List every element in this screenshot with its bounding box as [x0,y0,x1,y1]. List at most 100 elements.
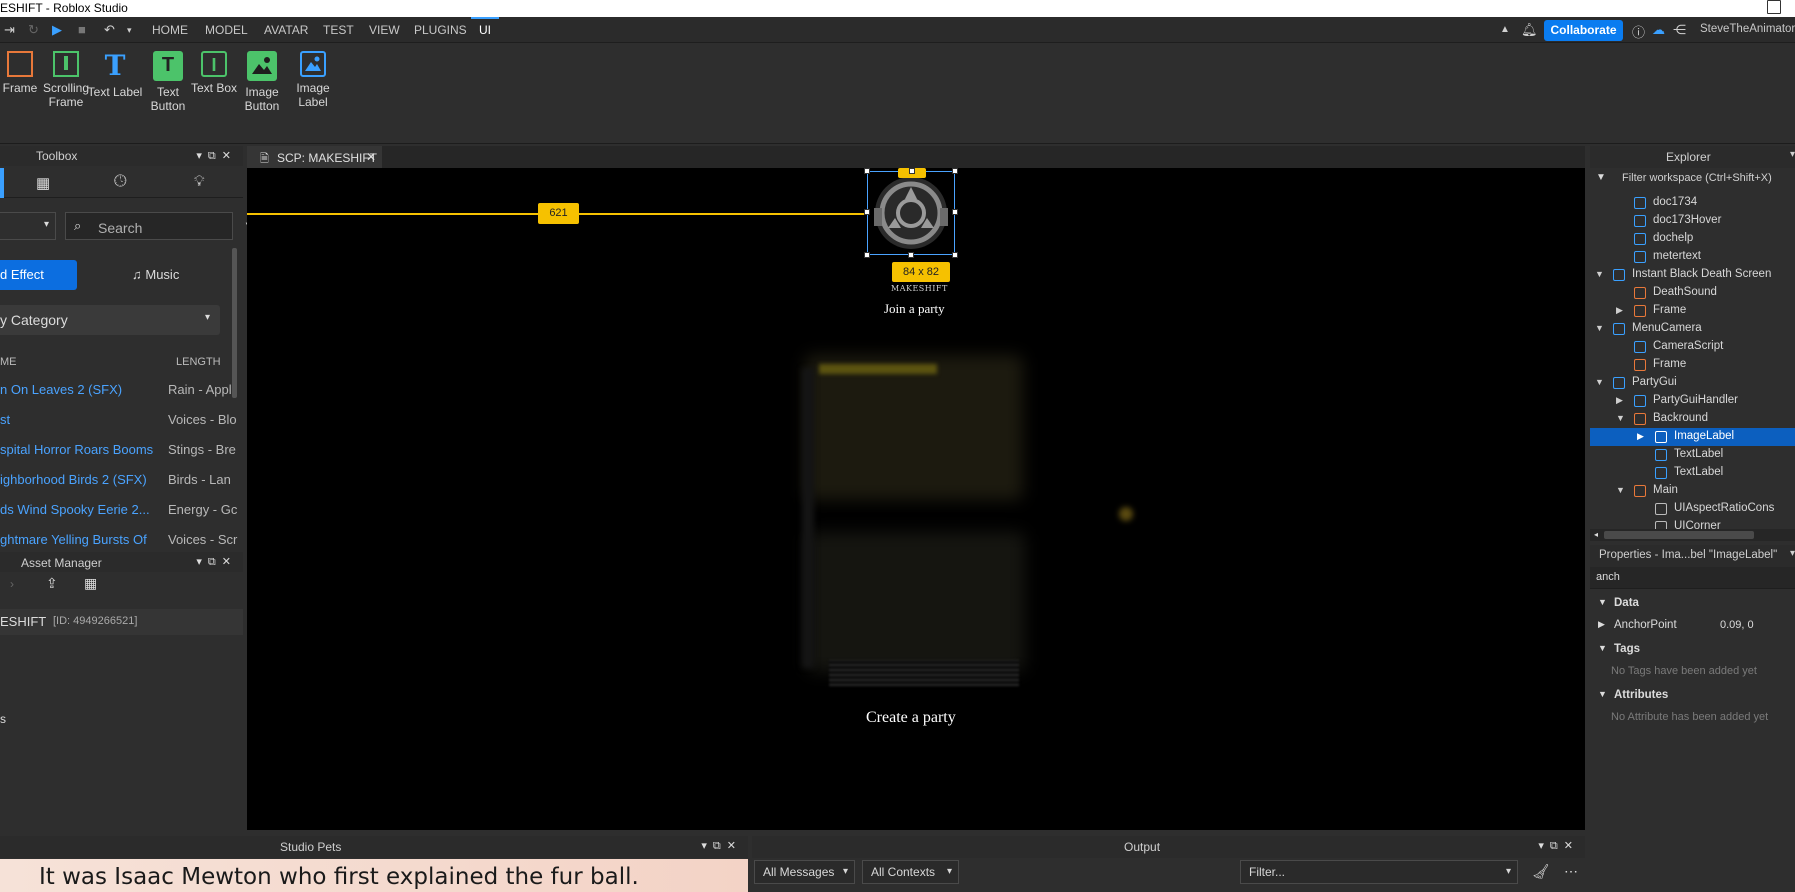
chevron-down-icon[interactable]: ▼ [1595,377,1604,387]
sound-list-row[interactable]: ighborhood Birds 2 (SFX) Birds - Lan [0,464,236,494]
section-attributes[interactable]: ▼ Attributes [1590,687,1795,705]
chevron-down-icon[interactable]: ▼ [1616,485,1625,495]
explorer-horizontal-scrollbar[interactable]: ◂ [1590,529,1795,541]
sound-name[interactable]: st [0,412,10,427]
chevron-down-icon[interactable]: ▼ [1595,269,1604,279]
explorer-item[interactable]: ▼ PartyGui [1590,374,1795,392]
sound-name[interactable]: n On Leaves 2 (SFX) [0,382,122,397]
selected-image-label[interactable] [864,168,958,258]
explorer-item[interactable]: ▼ Backround [1590,410,1795,428]
source-dropdown[interactable]: ▾ [0,212,56,240]
properties-filter-input[interactable]: anch [1590,567,1795,589]
explorer-item[interactable]: UIAspectRatioCons [1590,500,1795,518]
resize-handle[interactable] [952,168,958,174]
explorer-item[interactable]: ▼ Main [1590,482,1795,500]
file-menu-icon[interactable]: ⇥ [4,22,15,38]
tab-home[interactable]: HOME [152,23,188,37]
chevron-down-icon[interactable]: ▼ [1616,413,1625,423]
sound-list-row[interactable]: st Voices - Blo [0,404,237,434]
resize-handle[interactable] [864,209,870,215]
share-icon[interactable]: ⋲ [1673,22,1686,38]
restore-window-icon[interactable] [1767,0,1781,14]
sound-name[interactable]: ighborhood Birds 2 (SFX) [0,472,147,487]
resize-handle[interactable] [864,168,870,174]
recent-clock-icon[interactable]: 🕓︎ [114,173,127,191]
chevron-down-icon[interactable]: ▾ [1790,548,1795,559]
explorer-item[interactable]: dochelp [1590,230,1795,248]
game-viewport[interactable]: 621 84 x 82 MAKESHIFT Join a party Creat… [247,168,1585,830]
column-header-name[interactable]: ME [0,356,17,368]
explorer-item[interactable]: Frame [1590,356,1795,374]
output-window-controls[interactable]: ▾⧉✕ [1538,839,1579,853]
explorer-item[interactable]: TextLabel [1590,464,1795,482]
create-party-label[interactable]: Create a party [866,709,956,727]
username[interactable]: SteveTheAnimator [1700,23,1795,35]
explorer-item[interactable]: doc173Hover [1590,212,1795,230]
output-filter-input[interactable]: Filter... ▾ [1240,860,1518,884]
explorer-item[interactable]: ▶ ImageLabel [1590,428,1795,446]
grid-view-icon[interactable]: ▦ [84,575,97,592]
scrollbar-thumb[interactable] [1604,531,1754,539]
property-value[interactable]: 0.09, 0 [1720,619,1754,631]
tab-ui[interactable]: UI [479,23,491,37]
section-tags[interactable]: ▼ Tags [1590,641,1795,659]
sound-list-row[interactable]: ghtmare Yelling Bursts Of Voices - Scr [0,524,237,554]
sound-list-row[interactable]: n On Leaves 2 (SFX) Rain - Appl [0,374,236,404]
chevron-down-icon[interactable]: ▼ [1595,323,1604,333]
tab-avatar[interactable]: AVATAR [264,23,308,37]
close-icon[interactable]: ✕ [366,150,376,164]
scroll-left-icon[interactable]: ◂ [1594,530,1598,539]
join-party-label[interactable]: Join a party [884,301,945,317]
chevron-down-icon[interactable]: ▾ [1790,149,1795,160]
cloud-icon[interactable]: ☁ [1652,22,1665,38]
toolbox-window-controls[interactable]: ▾⧉✕ [196,149,237,163]
explorer-item[interactable]: TextLabel [1590,446,1795,464]
chevron-right-icon[interactable]: ▶ [1598,619,1605,630]
explorer-item[interactable]: ▼ Instant Black Death Screen [1590,266,1795,284]
undo-icon[interactable]: ↶ [104,22,115,38]
notifications-icon[interactable]: 🔔︎ [1521,22,1538,38]
play-icon[interactable]: ▶ [52,22,62,38]
sound-name[interactable]: spital Horror Roars Booms [0,442,153,457]
all-messages-dropdown[interactable]: All Messages ▾ [754,860,855,884]
explorer-item[interactable]: metertext [1590,248,1795,266]
toolbox-search-input[interactable]: ⌕ Search ▼ [65,212,256,240]
tab-test[interactable]: TEST [323,23,354,37]
explorer-item[interactable]: ▶ PartyGuiHandler [1590,392,1795,410]
sound-name[interactable]: ds Wind Spooky Eerie 2... [0,502,150,517]
resize-handle[interactable] [952,252,958,258]
chevron-right-icon[interactable]: ▶ [1616,395,1623,406]
tab-view[interactable]: VIEW [369,23,400,37]
resize-handle[interactable] [952,209,958,215]
explorer-item[interactable]: DeathSound [1590,284,1795,302]
clear-output-broom-icon[interactable]: 🧹︎ [1532,863,1550,880]
sound-name[interactable]: ghtmare Yelling Bursts Of [0,532,147,547]
tab-music[interactable]: ♫ Music [132,267,179,282]
explorer-filter-input[interactable]: ▼ Filter workspace (Ctrl+Shift+X) [1590,169,1795,187]
explorer-item[interactable]: CameraScript [1590,338,1795,356]
text-label-tool-button[interactable]: T Text Label [87,51,143,100]
toolbox-scrollbar[interactable] [232,248,237,398]
asset-manager-window-controls[interactable]: ▾⧉✕ [196,555,237,569]
sound-list-row[interactable]: spital Horror Roars Booms Stings - Bre [0,434,236,464]
tab-plugins[interactable]: PLUGINS [414,23,467,37]
studio-pets-window-controls[interactable]: ▾⧉✕ [701,839,742,853]
scrolling-frame-tool-button[interactable]: Scrolling Frame [38,51,94,109]
document-tab[interactable]: 🗎︎ SCP: MAKESHIFT ✕ [247,146,382,168]
more-options-icon[interactable]: ⋯ [1564,863,1578,880]
explorer-item[interactable]: ▶ Frame [1590,302,1795,320]
stop-icon[interactable]: ■ [78,22,86,37]
chevron-right-icon[interactable]: ▶ [1637,431,1644,442]
place-row[interactable]: ESHIFT [ID: 4949266521] [0,609,243,635]
resize-handle[interactable] [908,252,914,258]
all-contexts-dropdown[interactable]: All Contexts ▾ [862,860,959,884]
resize-handle[interactable] [909,168,915,174]
explorer-item[interactable]: ▼ MenuCamera [1590,320,1795,338]
column-header-length[interactable]: LENGTH [176,356,221,368]
image-button-tool-button[interactable]: Image Button [234,51,290,113]
image-label-tool-button[interactable]: Image Label [285,51,341,109]
property-anchorpoint-row[interactable]: ▶ AnchorPoint 0.09, 0 [1590,617,1795,635]
explorer-item[interactable]: doc1734 [1590,194,1795,212]
help-icon[interactable]: ⓘ [1632,22,1645,41]
section-data[interactable]: ▼ Data [1590,595,1795,613]
